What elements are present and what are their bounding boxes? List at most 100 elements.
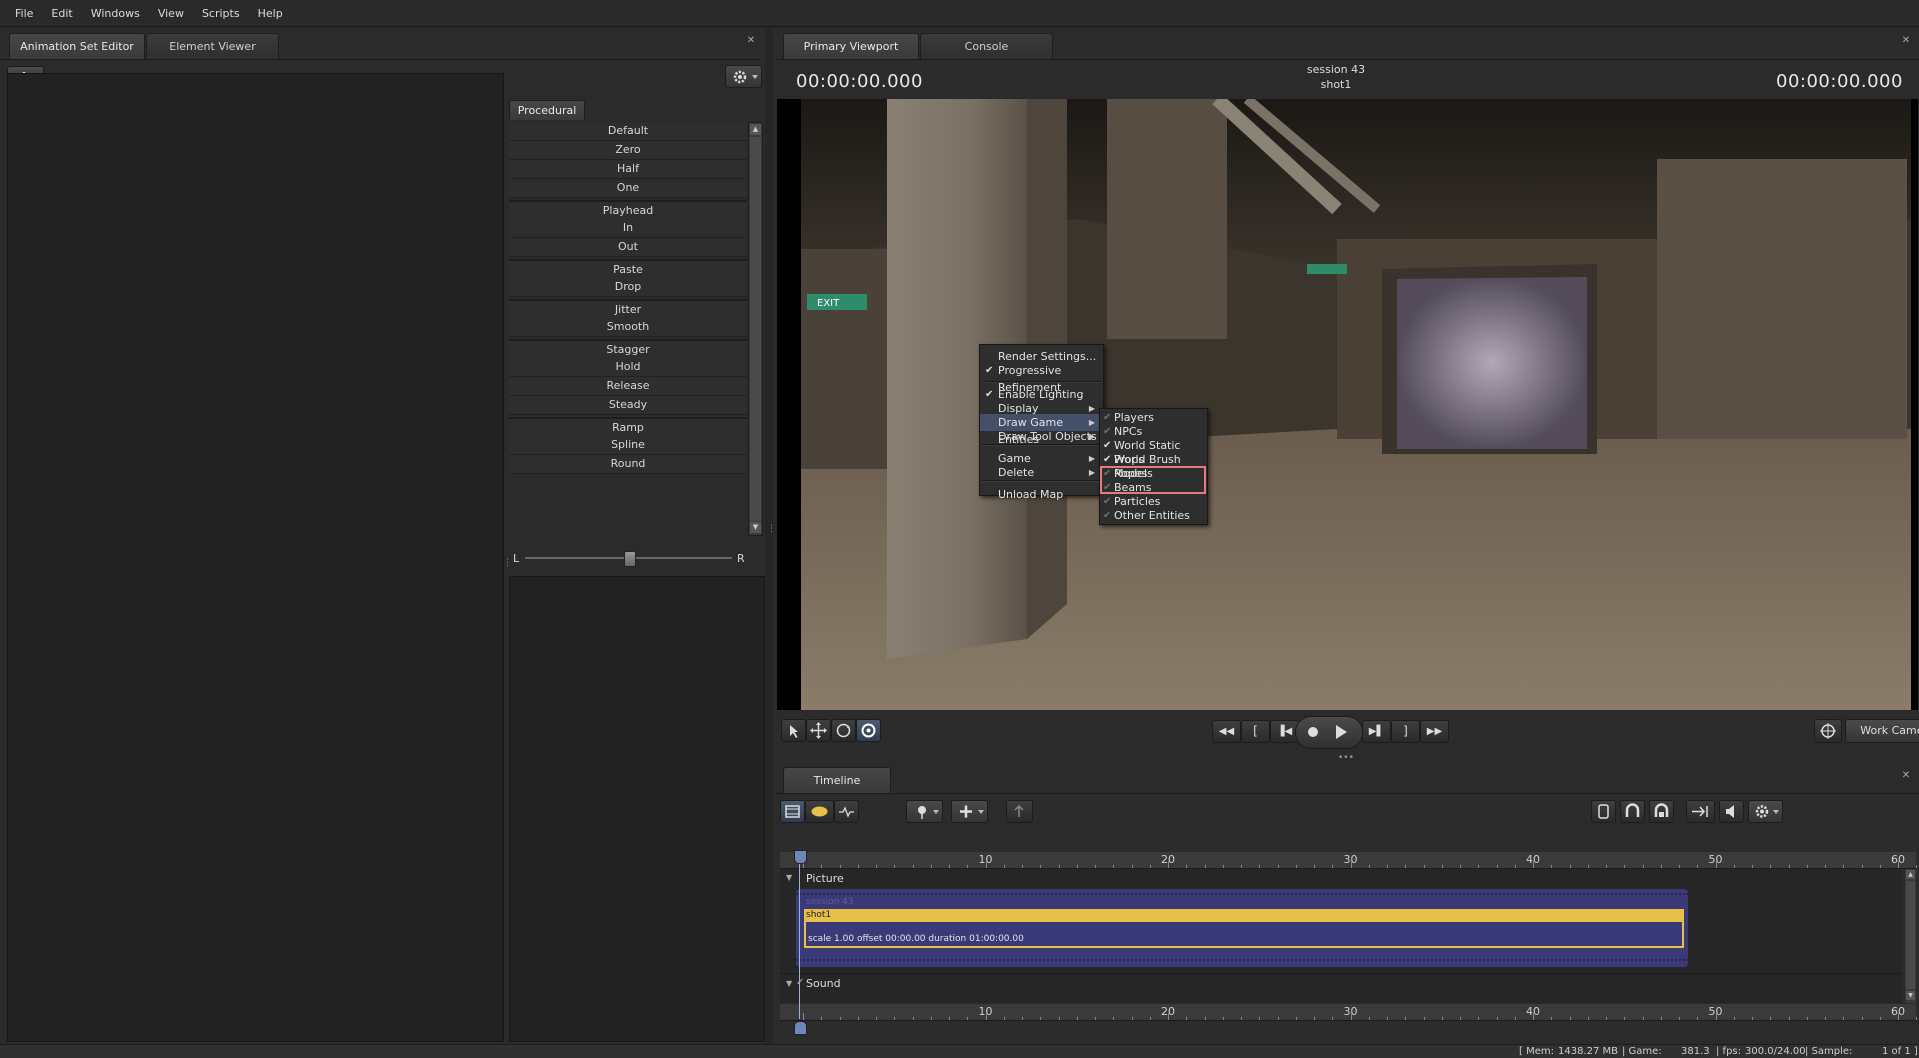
step-forward-button[interactable]: ▶▌ <box>1362 720 1391 743</box>
jump-to-end-button[interactable] <box>1686 800 1715 823</box>
play-icon[interactable] <box>1336 725 1347 739</box>
context-menu-item-delete[interactable]: Delete ▶ <box>980 464 1103 481</box>
scrollbar-thumb[interactable] <box>750 137 761 521</box>
submenu-item-players[interactable]: Players ✔ <box>1100 411 1207 425</box>
context-menu-item-unload-map[interactable]: Unload Map <box>980 486 1103 503</box>
procedural-item-half[interactable]: Half <box>509 160 747 179</box>
lock-button[interactable] <box>1591 800 1616 823</box>
panel-splitter[interactable] <box>765 27 773 1044</box>
procedural-item-drop[interactable]: Drop <box>509 278 747 297</box>
splitter-grip-icon[interactable]: ⋮ <box>767 525 776 534</box>
slider-thumb[interactable] <box>623 551 636 567</box>
submenu-item-world-static-props[interactable]: World Static Props ✔ <box>1100 439 1207 466</box>
timeline-settings-button[interactable] <box>1748 800 1783 823</box>
close-panel-icon[interactable]: ✕ <box>745 35 757 47</box>
timeline-ruler-bottom[interactable]: 10 20 30 40 50 60 <box>780 1004 1918 1021</box>
ruler-tick <box>803 1013 804 1020</box>
playhead-line[interactable] <box>799 851 800 1019</box>
rotate-tool-button[interactable] <box>831 719 856 742</box>
tab-primary-viewport[interactable]: Primary Viewport <box>783 33 919 59</box>
3d-viewport[interactable]: EXIT Render Settings... Progressive Refin… <box>777 99 1918 710</box>
scroll-down-icon[interactable]: ▼ <box>1906 991 1915 1000</box>
clip-editor-mode-button[interactable] <box>780 800 805 823</box>
set-in-button[interactable]: [ <box>1241 720 1270 743</box>
playhead-top-handle[interactable] <box>794 850 807 864</box>
tab-timeline[interactable]: Timeline <box>783 767 891 793</box>
record-icon[interactable] <box>1308 727 1318 737</box>
procedural-item-zero[interactable]: Zero <box>509 141 747 160</box>
tab-element-viewer[interactable]: Element Viewer <box>146 33 279 59</box>
procedural-item-release[interactable]: Release <box>509 377 747 396</box>
fast-forward-button[interactable]: ▶▶ <box>1420 720 1449 743</box>
set-out-button[interactable]: ] <box>1391 720 1420 743</box>
procedural-scrollbar[interactable]: ▲ ▼ <box>748 122 763 536</box>
timeline-ruler[interactable]: 10 20 30 40 50 60 <box>780 852 1918 869</box>
move-tool-button[interactable] <box>806 719 831 742</box>
ruler-tick <box>930 1017 932 1020</box>
tab-console[interactable]: Console <box>920 33 1053 59</box>
session-clip[interactable]: session 43 shot1 scale 1.00 offset 00:00… <box>796 889 1688 967</box>
submenu-item-world-brush-models[interactable]: World Brush Models ✔ <box>1100 453 1207 480</box>
settings-button[interactable] <box>725 65 762 88</box>
procedural-item-paste[interactable]: Paste <box>509 259 747 280</box>
procedural-item-playhead[interactable]: Playhead <box>509 200 747 221</box>
shot-clip-body[interactable]: scale 1.00 offset 00:00.00 duration 01:0… <box>804 922 1684 948</box>
motion-editor-mode-button[interactable] <box>805 800 834 823</box>
menu-help[interactable]: Help <box>249 0 292 27</box>
collapse-picture-icon[interactable]: ▼ <box>786 873 792 882</box>
collapse-sound-icon[interactable]: ▼ <box>786 979 792 988</box>
procedural-item-jitter[interactable]: Jitter <box>509 299 747 320</box>
menu-scripts[interactable]: Scripts <box>193 0 249 27</box>
rewind-button[interactable]: ◀◀ <box>1212 720 1241 743</box>
go-up-button[interactable] <box>1006 800 1033 823</box>
scroll-up-icon[interactable]: ▲ <box>750 124 761 135</box>
procedural-item-in[interactable]: In <box>509 219 747 238</box>
submenu-item-particles[interactable]: Particles ✔ <box>1100 495 1207 509</box>
tab-animation-set-editor[interactable]: Animation Set Editor <box>9 33 145 59</box>
procedural-item-ramp[interactable]: Ramp <box>509 417 747 438</box>
shot-clip-header[interactable]: shot1 <box>804 909 1684 922</box>
ruler-tick <box>1368 865 1370 868</box>
graph-icon <box>839 806 854 818</box>
procedural-item-out[interactable]: Out <box>509 238 747 257</box>
select-tool-button[interactable] <box>781 719 806 742</box>
procedural-item-round[interactable]: Round <box>509 455 747 474</box>
splitter-grip-icon[interactable]: ••• <box>1338 753 1354 763</box>
procedural-item-stagger[interactable]: Stagger <box>509 339 747 360</box>
close-viewport-icon[interactable]: ✕ <box>1900 35 1912 47</box>
timeline-scrollbar[interactable]: ▲ ▼ <box>1905 869 1916 1003</box>
sound-enabled-check-icon[interactable]: ✓ <box>796 977 804 988</box>
close-timeline-icon[interactable]: ✕ <box>1900 770 1912 782</box>
menu-view[interactable]: View <box>149 0 193 27</box>
context-menu-item-progressive-refinement[interactable]: Progressive Refinement ✔ <box>980 362 1103 394</box>
menu-file[interactable]: File <box>0 0 42 27</box>
camera-select-dropdown[interactable]: Work Camera <box>1845 719 1919 743</box>
context-menu-item-draw-tool-objects[interactable]: Draw Tool Objects ▶ <box>980 428 1103 445</box>
scroll-down-icon[interactable]: ▼ <box>750 522 761 533</box>
snap-button[interactable] <box>1620 800 1645 823</box>
snap-frames-button[interactable] <box>1649 800 1674 823</box>
ruler-tick <box>1222 865 1224 868</box>
procedural-item-default[interactable]: Default <box>509 122 747 141</box>
playhead-bottom-handle[interactable] <box>794 1021 807 1035</box>
procedural-item-steady[interactable]: Steady <box>509 396 747 415</box>
scrollbar-thumb[interactable] <box>1906 881 1915 989</box>
camera-target-button[interactable] <box>1814 719 1842 743</box>
animation-set-list[interactable] <box>7 73 504 1042</box>
submenu-item-other-entities[interactable]: Other Entities ✔ <box>1100 509 1207 523</box>
procedural-item-spline[interactable]: Spline <box>509 436 747 455</box>
procedural-item-smooth[interactable]: Smooth <box>509 318 747 337</box>
menu-edit[interactable]: Edit <box>42 0 81 27</box>
procedural-item-hold[interactable]: Hold <box>509 358 747 377</box>
mute-button[interactable] <box>1719 800 1744 823</box>
procedural-item-one[interactable]: One <box>509 179 747 198</box>
splitter-handle[interactable]: ⋮ <box>503 559 512 580</box>
menu-windows[interactable]: Windows <box>82 0 149 27</box>
add-clip-button[interactable] <box>951 800 988 823</box>
orbit-tool-button[interactable] <box>856 719 881 742</box>
add-bookmark-button[interactable] <box>906 800 943 823</box>
submenu-item-npcs[interactable]: NPCs ✔ <box>1100 425 1207 439</box>
graph-editor-mode-button[interactable] <box>834 800 859 823</box>
tab-procedural[interactable]: Procedural <box>509 100 585 120</box>
scroll-up-icon[interactable]: ▲ <box>1906 870 1915 879</box>
